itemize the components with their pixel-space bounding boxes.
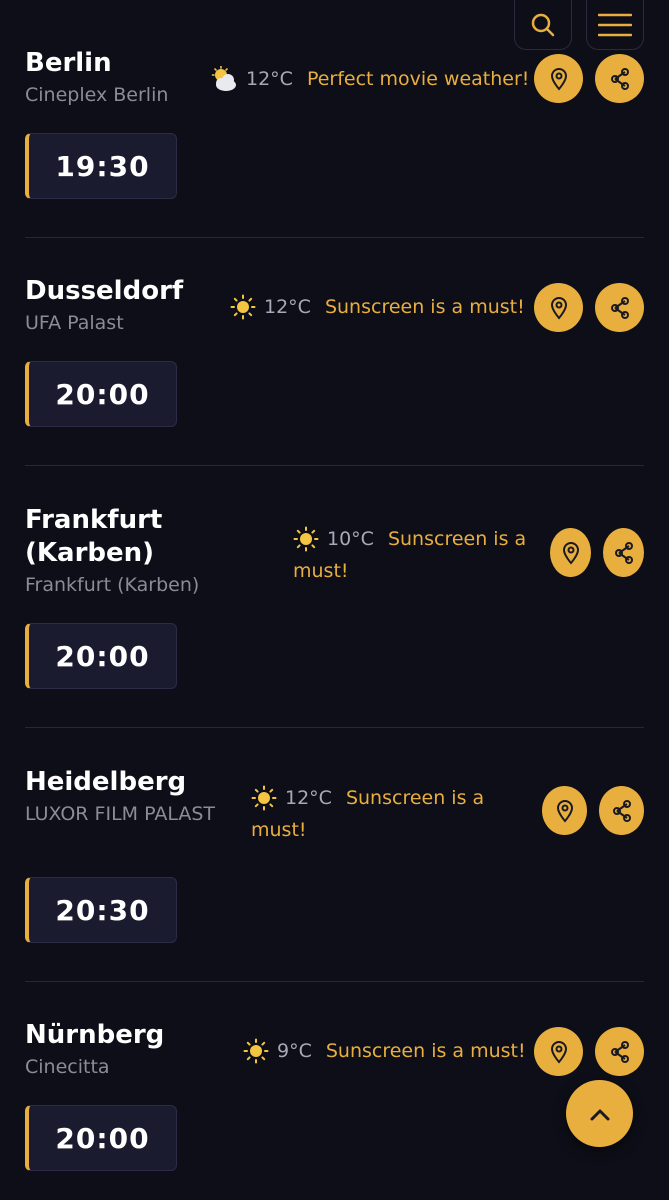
- showtime-button[interactable]: 20:00: [25, 361, 177, 427]
- showing-row: Heidelberg LUXOR FILM PALAST 12°C Sunscre…: [25, 728, 644, 982]
- share-icon: [610, 67, 629, 90]
- menu-button[interactable]: [586, 0, 644, 50]
- showtime-button[interactable]: 20:00: [25, 1105, 177, 1171]
- venue-name: Cinecitta: [25, 1056, 110, 1078]
- showtime-button[interactable]: 20:00: [25, 623, 177, 689]
- share-button[interactable]: [603, 528, 644, 577]
- search-button[interactable]: [514, 0, 572, 50]
- map-pin-icon: [550, 1040, 567, 1064]
- temperature: 12°C: [264, 296, 311, 318]
- share-button[interactable]: [599, 786, 644, 835]
- share-button[interactable]: [595, 54, 644, 103]
- sun-icon: [293, 523, 319, 555]
- city-name: Heidelberg: [25, 767, 187, 797]
- weather-info: 12°C Sunscreen is a must!: [230, 291, 525, 323]
- map-pin-icon: [550, 296, 567, 320]
- search-icon: [531, 13, 555, 36]
- row-actions: [542, 786, 644, 835]
- city-name: Nürnberg: [25, 1020, 165, 1050]
- showings-list: Berlin Cineplex Berlin 12°C Perfect movi…: [25, 0, 644, 1200]
- share-icon: [612, 799, 631, 822]
- share-icon: [610, 1040, 629, 1063]
- row-actions: [550, 528, 644, 577]
- share-icon: [614, 541, 633, 564]
- temperature: 12°C: [246, 68, 293, 90]
- sun-icon: [251, 782, 277, 814]
- showing-row: Dusseldorf UFA Palast 12°C Sunscreen is …: [25, 238, 644, 466]
- weather-message: Perfect movie weather!: [306, 68, 530, 90]
- chevron-up-icon: [590, 1109, 609, 1120]
- venue-name: UFA Palast: [25, 312, 124, 334]
- map-pin-icon: [562, 541, 579, 565]
- map-pin-icon: [550, 67, 567, 91]
- temperature: 9°C: [277, 1040, 312, 1062]
- map-button[interactable]: [534, 54, 583, 103]
- row-actions: [534, 54, 644, 103]
- weather-info: 9°C Sunscreen is a must!: [243, 1035, 526, 1067]
- city-name: Dusseldorf: [25, 276, 184, 306]
- city-name: Frankfurt (Karben): [25, 505, 163, 568]
- weather-message: Sunscreen is a must!: [324, 296, 525, 318]
- share-button[interactable]: [595, 283, 644, 332]
- temperature: 10°C: [327, 528, 374, 550]
- map-button[interactable]: [550, 528, 591, 577]
- share-icon: [610, 296, 629, 319]
- showtime-button[interactable]: 19:30: [25, 133, 177, 199]
- venue-name: Cineplex Berlin: [25, 84, 169, 106]
- row-actions: [534, 283, 644, 332]
- weather-info: 12°C Sunscreen is a must!: [251, 782, 511, 846]
- scroll-to-top-button[interactable]: [566, 1080, 633, 1147]
- share-button[interactable]: [595, 1027, 644, 1076]
- partly-cloudy-icon: [210, 63, 238, 95]
- venue-name: LUXOR FILM PALAST: [25, 803, 216, 825]
- sun-icon: [243, 1035, 269, 1067]
- weather-info: 12°C Perfect movie weather!: [210, 63, 529, 95]
- top-bar: [514, 0, 644, 50]
- sun-icon: [230, 291, 256, 323]
- row-actions: [534, 1027, 644, 1076]
- weather-info: 10°C Sunscreen is a must!: [293, 523, 538, 587]
- map-button[interactable]: [542, 786, 587, 835]
- hamburger-menu-icon: [598, 13, 632, 36]
- weather-message: Sunscreen is a must!: [325, 1040, 526, 1062]
- showtime-button[interactable]: 20:30: [25, 877, 177, 943]
- city-name: Berlin: [25, 48, 112, 78]
- temperature: 12°C: [285, 787, 332, 809]
- map-button[interactable]: [534, 283, 583, 332]
- venue-name: Frankfurt (Karben): [25, 574, 200, 596]
- showing-row: Frankfurt (Karben) Frankfurt (Karben) 10…: [25, 466, 644, 728]
- map-button[interactable]: [534, 1027, 583, 1076]
- map-pin-icon: [556, 799, 573, 823]
- showing-row: Nürnberg Cinecitta 9°C Sunscreen is a mu…: [25, 982, 644, 1200]
